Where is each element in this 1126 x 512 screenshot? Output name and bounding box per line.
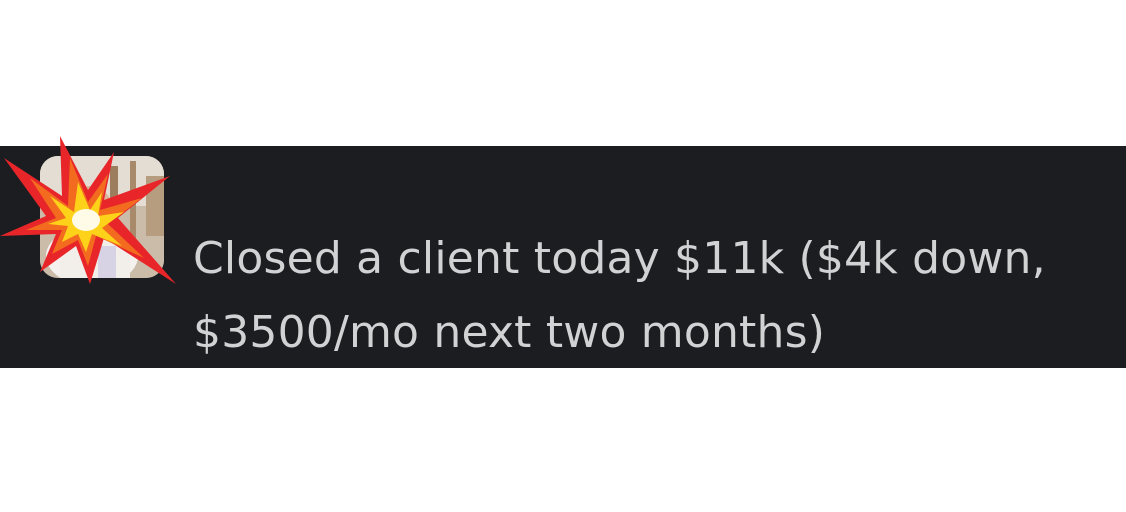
message-line-1: Closed a client today $11k ($4k down, [193, 233, 1046, 284]
screenshot-canvas: Closed a client today $11k ($4k down, $3… [0, 0, 1126, 512]
message-text: Closed a client today $11k ($4k down, $3… [193, 222, 1093, 370]
message-line-2: $3500/mo next two months) [193, 307, 826, 358]
collision-burst-icon [0, 136, 176, 284]
